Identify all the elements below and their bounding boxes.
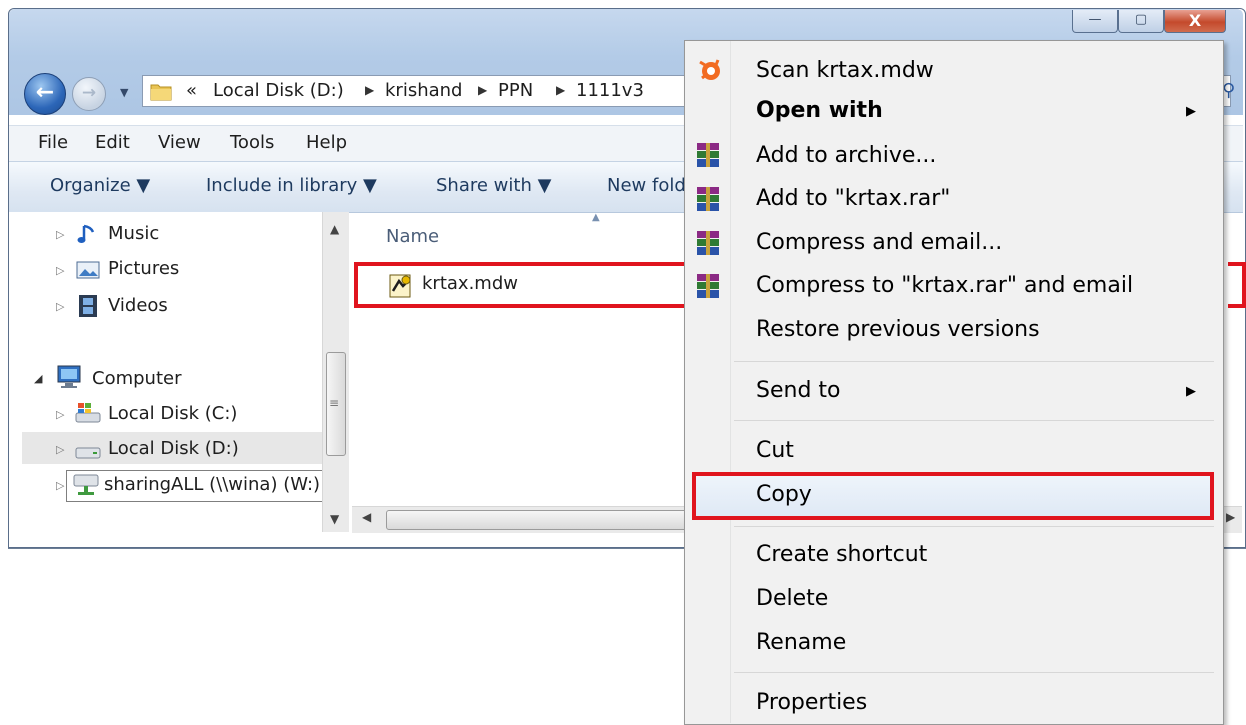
maximize-button[interactable]: ▢: [1118, 10, 1164, 33]
context-menu-gutter: [730, 41, 731, 723]
tree-item-music[interactable]: Music: [108, 223, 159, 244]
share-with-button[interactable]: Share with ▼: [436, 175, 551, 196]
include-in-library-button[interactable]: Include in library ▼: [206, 175, 377, 196]
access-workgroup-icon: [389, 274, 411, 298]
menu-item-copy[interactable]: Copy: [756, 482, 812, 507]
menu-item-properties[interactable]: Properties: [756, 690, 867, 715]
minimize-button[interactable]: —: [1072, 10, 1118, 33]
recent-pages-dropdown-icon[interactable]: ▼: [120, 86, 128, 99]
winrar-icon: [697, 274, 719, 298]
winrar-icon: [697, 187, 719, 211]
expand-arrow-icon[interactable]: ▷: [56, 408, 64, 421]
expand-arrow-icon[interactable]: ▷: [56, 264, 64, 277]
close-icon: X: [1188, 11, 1202, 30]
forward-arrow-icon: →: [81, 83, 97, 103]
breadcrumb-item[interactable]: 1111v3: [576, 80, 644, 101]
collapse-arrow-icon[interactable]: ◢: [34, 372, 42, 385]
column-header-name[interactable]: Name: [386, 226, 439, 247]
submenu-arrow-icon: ▶: [1186, 104, 1196, 119]
computer-icon: [57, 365, 81, 388]
scroll-right-arrow-icon[interactable]: ▶: [1226, 510, 1235, 524]
breadcrumb-overflow[interactable]: «: [186, 80, 197, 101]
breadcrumb-item[interactable]: krishand: [385, 80, 462, 101]
tree-item-disk-d[interactable]: Local Disk (D:): [108, 438, 239, 459]
menu-file[interactable]: File: [38, 132, 68, 153]
scroll-left-arrow-icon[interactable]: ◀: [362, 510, 371, 524]
sort-ascending-icon: ▲: [592, 212, 600, 223]
scrollbar-thumb[interactable]: [386, 510, 688, 530]
submenu-arrow-icon: ▶: [1186, 384, 1196, 399]
expand-arrow-icon[interactable]: ▷: [56, 228, 64, 241]
hard-drive-icon: [75, 447, 101, 459]
network-drive-icon: [73, 474, 99, 495]
tree-item-share-w[interactable]: sharingALL (\\wina) (W:): [104, 474, 320, 495]
menu-item-send-to[interactable]: Send to: [756, 378, 841, 403]
music-icon: [77, 224, 95, 243]
expand-arrow-icon[interactable]: ▷: [56, 443, 64, 456]
scroll-down-arrow-icon[interactable]: ▼: [330, 512, 339, 526]
windows-drive-icon: [75, 403, 101, 423]
expand-arrow-icon[interactable]: ▷: [56, 479, 64, 492]
back-button[interactable]: ←: [24, 73, 66, 115]
tree-item-pictures[interactable]: Pictures: [108, 258, 179, 279]
menu-item-cut[interactable]: Cut: [756, 438, 794, 463]
menu-item-scan[interactable]: Scan krtax.mdw: [756, 58, 934, 83]
videos-icon: [79, 295, 97, 317]
winrar-icon: [697, 231, 719, 255]
menu-item-delete[interactable]: Delete: [756, 586, 828, 611]
menu-separator: [734, 526, 1214, 527]
menu-item-compress-email[interactable]: Compress and email...: [756, 230, 1002, 255]
back-arrow-icon: ←: [35, 80, 55, 105]
new-folder-button[interactable]: New fold: [607, 175, 686, 196]
menu-item-add-to-archive[interactable]: Add to archive...: [756, 143, 936, 168]
menu-view[interactable]: View: [158, 132, 201, 153]
menu-separator: [734, 672, 1214, 673]
folder-icon: [150, 84, 172, 101]
forward-button[interactable]: →: [72, 77, 106, 111]
menu-item-add-to-rar[interactable]: Add to "krtax.rar": [756, 186, 950, 211]
avast-icon: [699, 59, 720, 80]
tree-item-computer[interactable]: Computer: [92, 368, 181, 389]
breadcrumb-item[interactable]: PPN: [498, 80, 533, 101]
menu-item-open-with[interactable]: Open with: [756, 98, 883, 123]
winrar-icon: [697, 143, 719, 167]
expand-arrow-icon[interactable]: ▷: [56, 300, 64, 313]
breadcrumb-separator-icon[interactable]: ▶: [478, 83, 487, 97]
tree-item-disk-c[interactable]: Local Disk (C:): [108, 403, 237, 424]
selected-file-highlight-edge: [1228, 262, 1246, 308]
menu-separator: [734, 361, 1214, 362]
scroll-up-arrow-icon[interactable]: ▲: [330, 222, 339, 236]
breadcrumb-item[interactable]: Local Disk (D:): [213, 80, 344, 101]
organize-button[interactable]: Organize ▼: [50, 175, 150, 196]
pictures-icon: [76, 261, 100, 279]
breadcrumb-separator-icon[interactable]: ▶: [556, 83, 565, 97]
menu-item-compress-rar-email[interactable]: Compress to "krtax.rar" and email: [756, 273, 1133, 298]
minimize-icon: —: [1088, 12, 1102, 27]
file-item-krtax[interactable]: krtax.mdw: [422, 273, 518, 294]
scrollbar-grip-icon: ≡: [329, 396, 340, 410]
tree-item-videos[interactable]: Videos: [108, 295, 168, 316]
breadcrumb-separator-icon[interactable]: ▶: [365, 83, 374, 97]
menu-item-rename[interactable]: Rename: [756, 630, 846, 655]
menu-edit[interactable]: Edit: [95, 132, 130, 153]
menu-separator: [734, 420, 1214, 421]
menu-help[interactable]: Help: [306, 132, 347, 153]
menu-item-create-shortcut[interactable]: Create shortcut: [756, 542, 927, 567]
close-button[interactable]: X: [1164, 10, 1226, 33]
menu-tools[interactable]: Tools: [230, 132, 274, 153]
menu-item-restore-previous-versions[interactable]: Restore previous versions: [756, 317, 1040, 342]
maximize-icon: ▢: [1134, 12, 1148, 27]
